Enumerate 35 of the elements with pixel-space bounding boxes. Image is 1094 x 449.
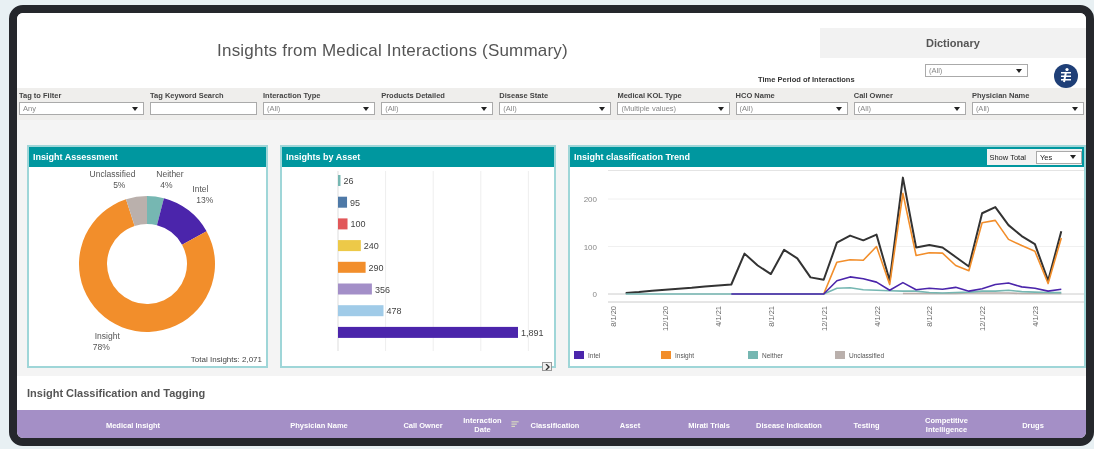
bar-value-label: 240 (363, 241, 379, 252)
y-tick-label: 0 (592, 290, 597, 299)
bar-value-label: 478 (386, 306, 402, 317)
caret-icon (835, 106, 842, 111)
caret-icon (717, 106, 724, 111)
bar-value-label: 95 (350, 197, 361, 208)
panel-title: Insight Assessment (33, 152, 118, 162)
caret-icon (1070, 155, 1076, 159)
slice-label: Unclassified 5% (89, 168, 136, 190)
caret-icon (1072, 106, 1078, 111)
bar-value-label: 290 (368, 262, 384, 273)
caret-icon (132, 106, 139, 111)
section-title: Insight Classification and Tagging (27, 387, 206, 399)
keyword-search-field[interactable] (150, 102, 258, 115)
caret-icon (363, 106, 370, 111)
caret-icon (1016, 68, 1022, 73)
scroll-right-button[interactable] (542, 362, 552, 371)
panel-title: Insight classification Trend (574, 152, 691, 162)
total-insights-label: Total Insights: 2,071 (190, 355, 262, 364)
panel-title: Insights by Asset (286, 152, 361, 162)
y-tick-label: 200 (583, 195, 597, 204)
slice-label: Neither 4% (156, 168, 184, 190)
info-icon[interactable] (1054, 64, 1078, 88)
slice-label: Intel 13% (192, 183, 214, 205)
bar-value-label: 100 (350, 219, 366, 230)
bar-value-label: 356 (374, 284, 390, 295)
dictionary-button[interactable]: Dictionary (820, 28, 1086, 58)
caret-icon (599, 106, 606, 111)
dashboard-title: Insights from Medical Interactions (Summary) (217, 40, 568, 61)
bar-value-label: 26 (343, 176, 354, 186)
bar-value-label: 1,891 (521, 327, 544, 338)
caret-icon (953, 106, 960, 111)
y-tick-label: 100 (583, 242, 597, 252)
caret-icon (481, 106, 488, 111)
slice-label: Insight 78% (92, 330, 120, 352)
